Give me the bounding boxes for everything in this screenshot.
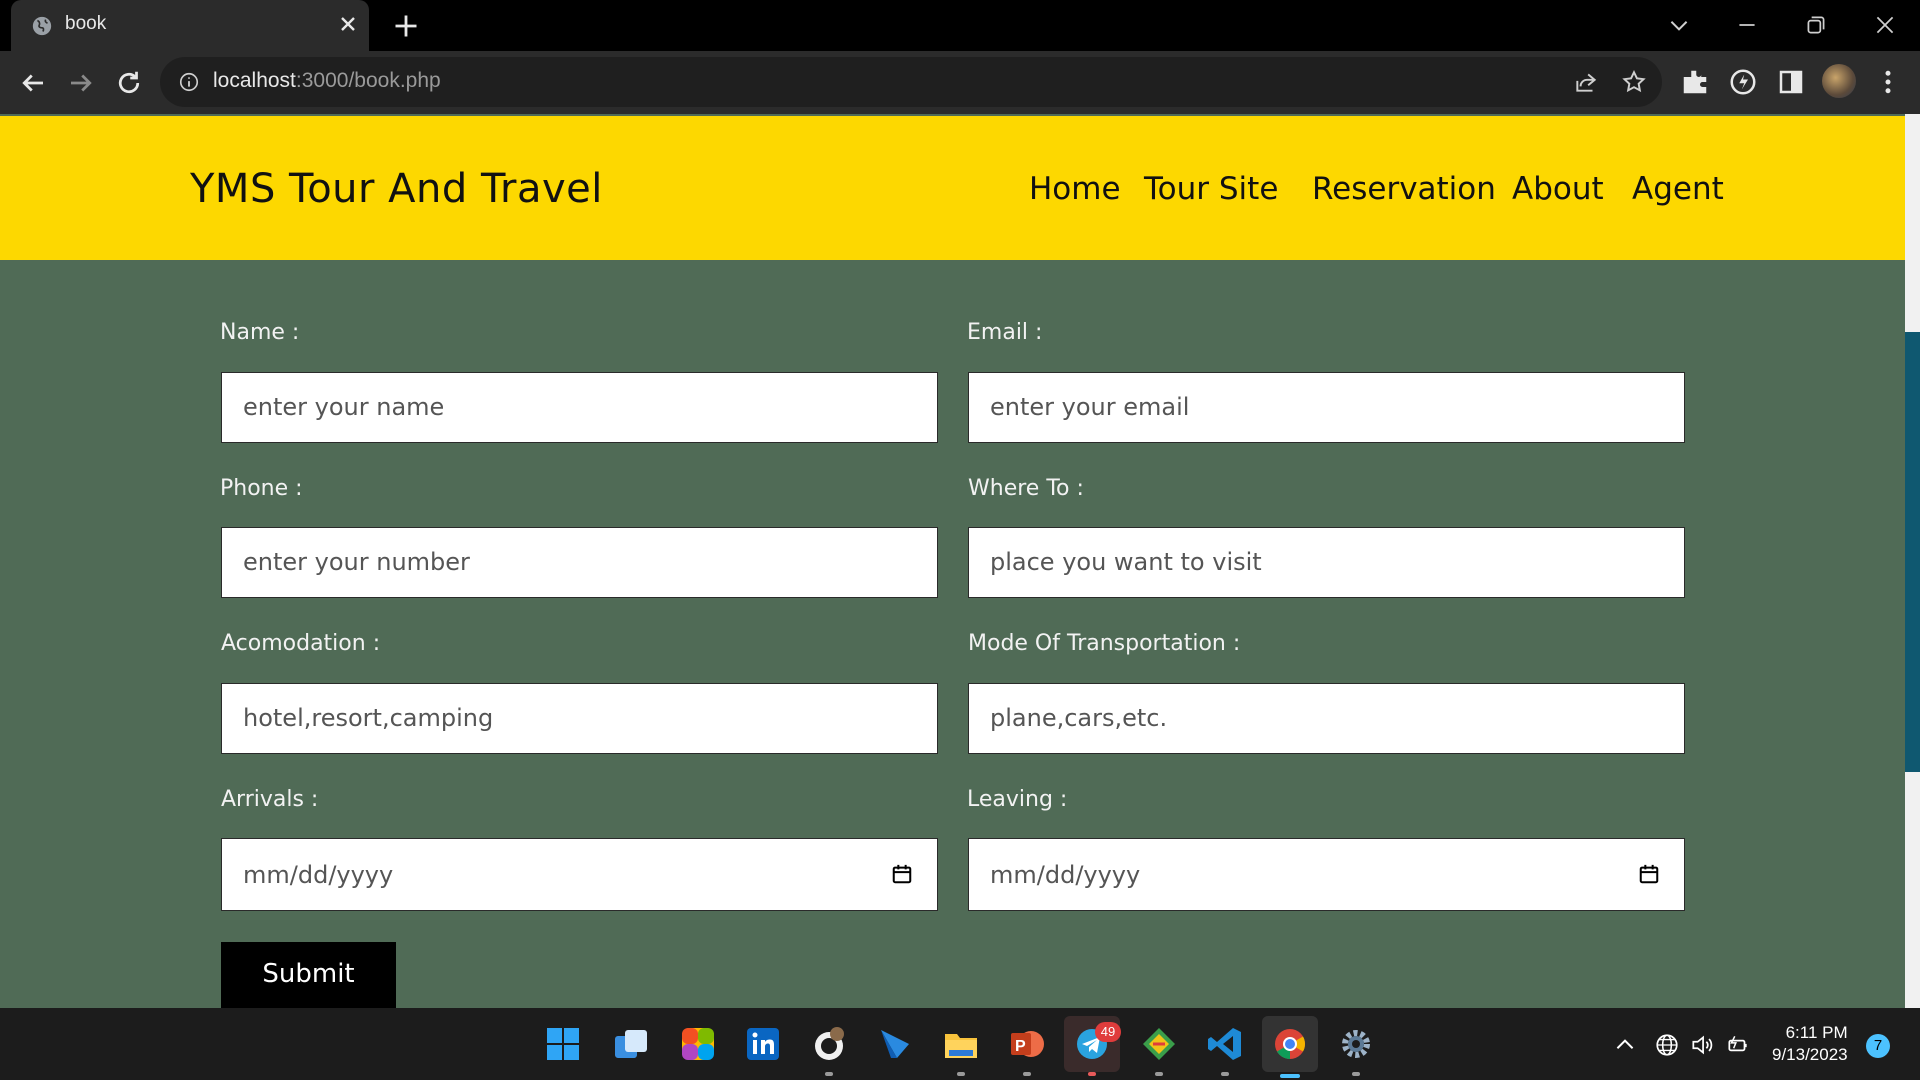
linkedin-icon[interactable] (743, 1024, 783, 1064)
extensions-icon[interactable] (1680, 67, 1710, 97)
page-viewport: YMS Tour And Travel Home Tour Site Reser… (0, 114, 1920, 1008)
nav-tour-site[interactable]: Tour Site (1144, 171, 1278, 207)
file-explorer-icon[interactable] (941, 1024, 981, 1064)
browser-toolbar: localhost:3000/book.php (0, 51, 1920, 114)
arrivals-date-input[interactable]: mm/dd/yyyy (221, 838, 938, 911)
side-panel-icon[interactable] (1776, 67, 1806, 97)
telegram-unread-badge: 49 (1095, 1022, 1121, 1042)
calendar-icon[interactable] (891, 863, 913, 885)
active-app-indicator (1280, 1074, 1300, 1078)
chevron-up-icon[interactable] (1612, 1032, 1638, 1058)
svg-text:P: P (1015, 1038, 1026, 1055)
performance-icon[interactable] (1728, 67, 1758, 97)
bookmark-star-icon[interactable] (1621, 69, 1647, 95)
tab-search-chevron-icon[interactable] (1666, 12, 1692, 38)
leaving-label: Leaving : (967, 787, 1068, 812)
forward-icon[interactable] (66, 68, 96, 98)
accommodation-label: Acomodation : (221, 631, 381, 656)
where-to-label: Where To : (968, 476, 1084, 501)
arrivals-label: Arrivals : (221, 787, 319, 812)
transport-input[interactable]: plane,cars,etc. (968, 683, 1685, 754)
restore-icon[interactable] (1803, 12, 1829, 38)
task-view-icon[interactable] (611, 1024, 651, 1064)
share-icon[interactable] (1573, 69, 1599, 95)
battery-icon[interactable] (1725, 1032, 1751, 1058)
name-placeholder: enter your name (243, 393, 445, 421)
visual-studio-icon[interactable] (875, 1024, 915, 1064)
running-indicator (1088, 1072, 1096, 1076)
running-indicator (1155, 1072, 1163, 1076)
scrollbar-thumb[interactable] (1905, 332, 1920, 772)
arrivals-placeholder: mm/dd/yyyy (243, 861, 394, 889)
nav-home[interactable]: Home (1029, 171, 1121, 207)
notification-count-badge[interactable]: 7 (1866, 1034, 1890, 1058)
nav-reservation[interactable]: Reservation (1312, 171, 1496, 207)
where-to-input[interactable]: place you want to visit (968, 527, 1685, 598)
reload-icon[interactable] (114, 68, 144, 98)
volume-icon[interactable] (1689, 1032, 1715, 1058)
clock-date: 9/13/2023 (1772, 1045, 1848, 1064)
accommodation-placeholder: hotel,resort,camping (243, 704, 494, 732)
email-placeholder: enter your email (990, 393, 1190, 421)
name-label: Name : (220, 320, 300, 345)
windows-taskbar: P 49 6:11 PM 9/13/2023 7 (0, 1008, 1920, 1080)
site-logo[interactable]: YMS Tour And Travel (190, 166, 603, 212)
profile-avatar[interactable] (1822, 64, 1856, 98)
github-icon[interactable] (809, 1024, 849, 1064)
site-header: YMS Tour And Travel Home Tour Site Reser… (0, 116, 1905, 260)
email-input[interactable]: enter your email (968, 372, 1685, 443)
leaving-placeholder: mm/dd/yyyy (990, 861, 1141, 889)
chrome-icon[interactable] (1270, 1024, 1310, 1064)
address-bar[interactable]: localhost:3000/book.php (160, 57, 1662, 107)
back-icon[interactable] (18, 68, 48, 98)
tab-title: book (65, 13, 107, 34)
windows-start-icon[interactable] (543, 1024, 583, 1064)
phone-placeholder: enter your number (243, 548, 470, 576)
git-gui-icon[interactable] (1139, 1024, 1179, 1064)
clock-time: 6:11 PM (1785, 1023, 1848, 1042)
url-host: localhost (213, 69, 296, 92)
vscode-icon[interactable] (1205, 1024, 1245, 1064)
leaving-date-input[interactable]: mm/dd/yyyy (968, 838, 1685, 911)
language-globe-icon[interactable] (1654, 1032, 1680, 1058)
close-window-icon[interactable] (1872, 12, 1898, 38)
browser-tab-bar: book (0, 0, 1920, 51)
transport-placeholder: plane,cars,etc. (990, 704, 1168, 732)
nav-agent[interactable]: Agent (1632, 171, 1724, 207)
url-text[interactable]: localhost:3000/book.php (213, 69, 441, 93)
accommodation-input[interactable]: hotel,resort,camping (221, 683, 938, 754)
transport-label: Mode Of Transportation : (968, 631, 1241, 656)
site-info-icon[interactable] (178, 71, 200, 93)
running-indicator (1023, 1072, 1031, 1076)
globe-icon (32, 16, 52, 36)
phone-label: Phone : (220, 476, 303, 501)
submit-button[interactable]: Submit (221, 942, 396, 1008)
system-clock[interactable]: 6:11 PM 9/13/2023 (1772, 1022, 1848, 1066)
photos-icon[interactable] (678, 1024, 718, 1064)
phone-input[interactable]: enter your number (221, 527, 938, 598)
minimize-icon[interactable] (1734, 12, 1760, 38)
settings-gear-icon[interactable] (1336, 1024, 1376, 1064)
running-indicator (1352, 1072, 1360, 1076)
browser-tab[interactable]: book (11, 0, 369, 51)
new-tab-icon[interactable] (392, 12, 420, 40)
running-indicator (825, 1072, 833, 1076)
name-input[interactable]: enter your name (221, 372, 938, 443)
close-tab-icon[interactable] (336, 12, 360, 36)
running-indicator (957, 1072, 965, 1076)
calendar-icon[interactable] (1638, 863, 1660, 885)
url-path: :3000/book.php (295, 69, 441, 92)
email-label: Email : (967, 320, 1043, 345)
nav-about[interactable]: About (1512, 171, 1604, 207)
where-to-placeholder: place you want to visit (990, 548, 1262, 576)
running-indicator (1221, 1072, 1229, 1076)
powerpoint-icon[interactable]: P (1007, 1024, 1047, 1064)
kebab-menu-icon[interactable] (1873, 67, 1903, 97)
